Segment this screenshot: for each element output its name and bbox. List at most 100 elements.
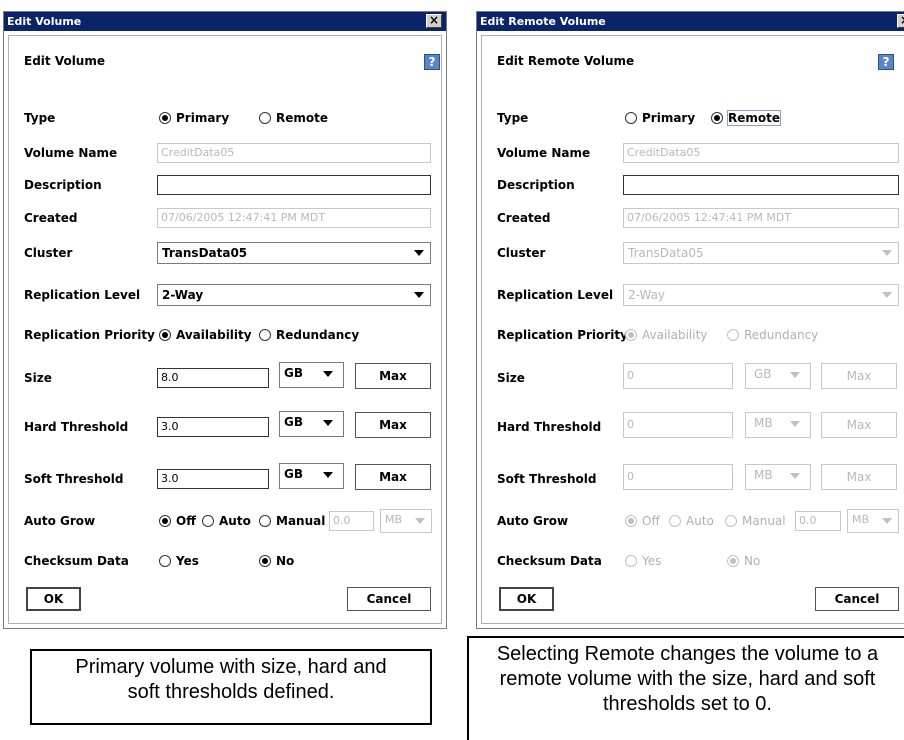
dropdown-arrow-icon — [790, 473, 800, 479]
close-icon[interactable]: × — [897, 14, 904, 28]
radio-unselected-icon — [202, 515, 214, 527]
description-input[interactable] — [157, 175, 431, 195]
volume-name-field: CreditData05 — [157, 143, 431, 163]
hard-threshold-max-button[interactable]: Max — [355, 412, 431, 438]
radio-unselected-icon — [159, 555, 171, 567]
auto-grow-auto-radio[interactable]: Auto — [202, 514, 251, 528]
cluster-dropdown[interactable]: TransData05 — [157, 242, 431, 264]
hard-threshold-unit-dropdown[interactable]: GB — [279, 411, 344, 437]
help-icon[interactable]: ? — [424, 54, 440, 70]
cluster-label: Cluster — [497, 246, 546, 260]
dialog-heading: Edit Volume — [24, 54, 105, 68]
soft-threshold-unit-dropdown: MB — [745, 464, 811, 490]
cluster-dropdown: TransData05 — [623, 242, 899, 264]
type-remote-radio[interactable]: Remote — [711, 110, 782, 126]
edit-remote-volume-dialog: Edit Remote Volume × Edit Remote Volume … — [476, 11, 904, 629]
auto-grow-off-radio[interactable]: Off — [159, 514, 196, 528]
auto-grow-manual-radio[interactable]: Manual — [259, 514, 325, 528]
hard-threshold-input[interactable]: 3.0 — [157, 417, 269, 437]
left-caption: Primary volume with size, hard and soft … — [30, 649, 432, 725]
checksum-yes-radio[interactable]: Yes — [159, 554, 199, 568]
radio-unselected-icon — [259, 112, 271, 124]
close-icon[interactable]: × — [426, 14, 442, 28]
checksum-data-label: Checksum Data — [497, 554, 602, 568]
auto-grow-unit-dropdown: MB — [847, 509, 899, 533]
hard-threshold-input: 0 — [623, 412, 733, 438]
soft-threshold-label: Soft Threshold — [497, 472, 597, 486]
radio-selected-icon — [159, 329, 171, 341]
radio-unselected-icon — [669, 515, 681, 527]
hard-threshold-unit-dropdown: MB — [745, 412, 811, 438]
priority-availability-radio[interactable]: Availability — [159, 328, 252, 342]
dialog-title: Edit Volume — [7, 15, 82, 28]
dropdown-arrow-icon — [323, 420, 333, 426]
dialog-title: Edit Remote Volume — [480, 15, 606, 28]
radio-selected-icon — [159, 515, 171, 527]
type-primary-radio[interactable]: Primary — [159, 111, 229, 125]
dropdown-arrow-icon — [882, 518, 892, 524]
ok-button[interactable]: OK — [499, 587, 554, 611]
priority-redundancy-radio: Redundancy — [727, 328, 818, 342]
cancel-button[interactable]: Cancel — [347, 587, 431, 611]
soft-threshold-unit-dropdown[interactable]: GB — [279, 463, 344, 489]
soft-threshold-input: 0 — [623, 464, 733, 490]
radio-unselected-icon — [259, 329, 271, 341]
auto-grow-label: Auto Grow — [24, 514, 96, 528]
hard-threshold-label: Hard Threshold — [24, 420, 129, 434]
auto-grow-label: Auto Grow — [497, 514, 569, 528]
type-label: Type — [497, 111, 529, 125]
size-max-button[interactable]: Max — [355, 363, 431, 389]
checksum-yes-radio: Yes — [625, 554, 661, 568]
radio-selected-icon — [625, 515, 637, 527]
size-unit-dropdown[interactable]: GB — [279, 362, 344, 388]
radio-selected-icon — [711, 112, 723, 124]
radio-unselected-icon — [725, 515, 737, 527]
checksum-no-radio: No — [727, 554, 760, 568]
dialog-heading: Edit Remote Volume — [497, 54, 635, 68]
radio-selected-icon — [625, 329, 637, 341]
auto-grow-off-radio: Off — [625, 514, 660, 528]
volume-name-label: Volume Name — [497, 146, 591, 160]
size-input: 0 — [623, 363, 733, 389]
priority-availability-radio: Availability — [625, 328, 707, 342]
dialog-titlebar: Edit Remote Volume — [477, 12, 904, 31]
radio-unselected-icon — [259, 515, 271, 527]
size-max-button: Max — [821, 363, 897, 389]
radio-unselected-icon — [625, 112, 637, 124]
cancel-button[interactable]: Cancel — [815, 587, 899, 611]
size-label: Size — [497, 371, 525, 385]
dropdown-arrow-icon — [415, 518, 425, 524]
description-input[interactable] — [623, 175, 899, 195]
radio-selected-icon — [727, 555, 739, 567]
volume-name-label: Volume Name — [24, 146, 118, 160]
soft-threshold-max-button[interactable]: Max — [355, 464, 431, 490]
hard-threshold-max-button: Max — [821, 412, 897, 438]
type-primary-radio[interactable]: Primary — [625, 111, 695, 125]
auto-grow-manual-radio: Manual — [725, 514, 786, 528]
volume-name-field: CreditData05 — [623, 143, 899, 163]
auto-grow-amount-field: 0.0 — [795, 511, 841, 531]
soft-threshold-input[interactable]: 3.0 — [157, 469, 269, 489]
cluster-label: Cluster — [24, 246, 73, 260]
help-icon[interactable]: ? — [878, 54, 894, 70]
dropdown-arrow-icon — [790, 421, 800, 427]
edit-volume-dialog: Edit Volume × Edit Volume ? Type Primary… — [3, 11, 447, 629]
size-input[interactable]: 8.0 — [157, 368, 269, 388]
type-label: Type — [24, 111, 56, 125]
type-remote-radio[interactable]: Remote — [259, 111, 328, 125]
created-label: Created — [24, 211, 78, 225]
auto-grow-auto-radio: Auto — [669, 514, 714, 528]
ok-button[interactable]: OK — [26, 587, 81, 611]
created-field: 07/06/2005 12:47:41 PM MDT — [623, 208, 899, 228]
created-label: Created — [497, 211, 551, 225]
replication-level-label: Replication Level — [24, 288, 141, 302]
soft-threshold-max-button: Max — [821, 464, 897, 490]
replication-level-dropdown[interactable]: 2-Way — [157, 284, 431, 306]
radio-unselected-icon — [625, 555, 637, 567]
checksum-no-radio[interactable]: No — [259, 554, 294, 568]
hard-threshold-label: Hard Threshold — [497, 420, 602, 434]
replication-priority-label: Replication Priority — [497, 328, 628, 342]
priority-redundancy-radio[interactable]: Redundancy — [259, 328, 359, 342]
dropdown-arrow-icon — [414, 292, 424, 298]
dialog-titlebar: Edit Volume — [4, 12, 446, 31]
